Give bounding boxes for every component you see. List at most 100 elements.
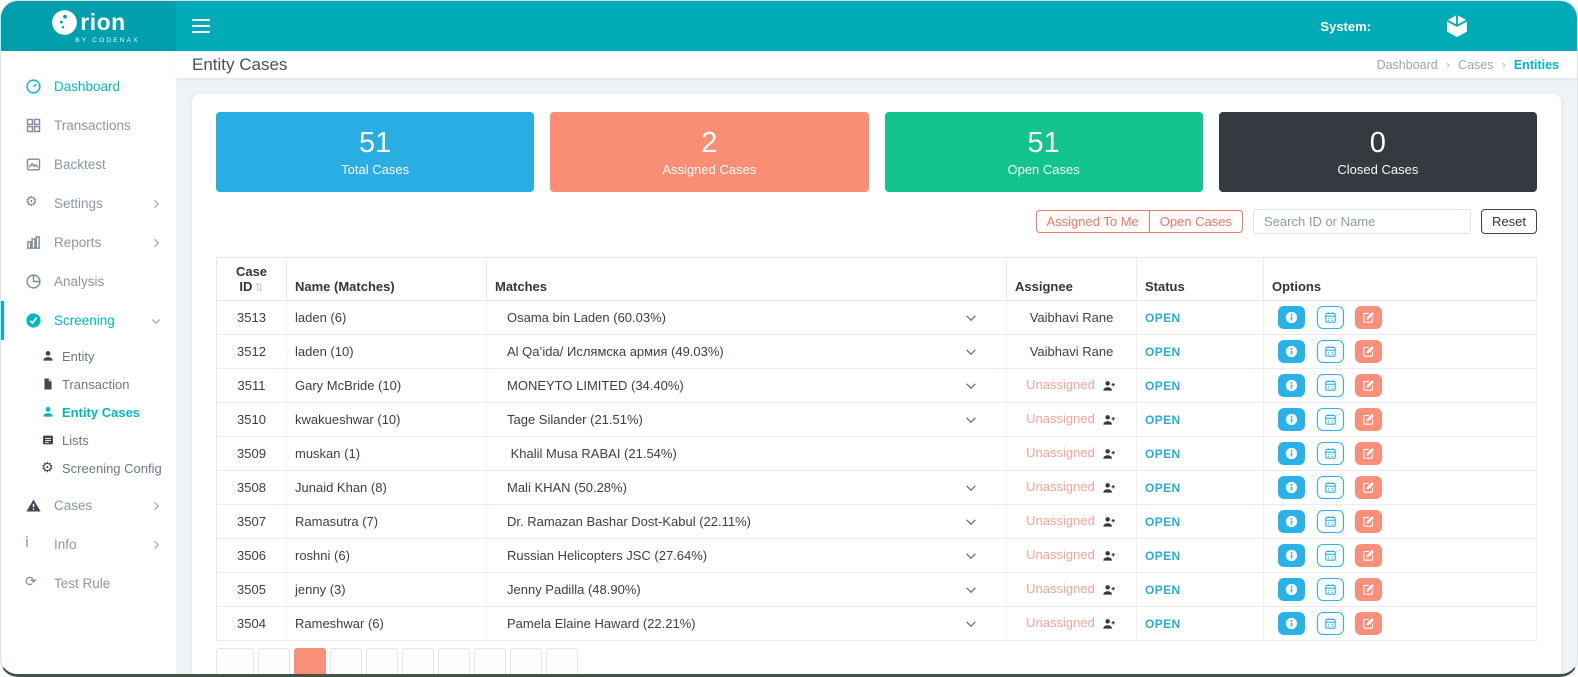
- status-badge: OPEN: [1145, 311, 1181, 325]
- expand-chevron-icon[interactable]: [962, 479, 980, 497]
- sidebar-item-transactions[interactable]: Transactions: [1, 106, 176, 145]
- expand-chevron-icon[interactable]: [962, 581, 980, 599]
- edit-button[interactable]: [1355, 306, 1382, 329]
- sidebar-item-analysis[interactable]: Analysis: [1, 262, 176, 301]
- status-badge: OPEN: [1145, 413, 1181, 427]
- page-button[interactable]: [294, 648, 326, 677]
- expand-chevron-icon[interactable]: [962, 547, 980, 565]
- info-button[interactable]: [1278, 612, 1305, 635]
- content-card: 51 Total Cases 2 Assigned Cases 51 Open …: [192, 94, 1561, 677]
- info-button[interactable]: [1278, 306, 1305, 329]
- assign-user-icon[interactable]: [1101, 412, 1117, 428]
- assign-user-icon[interactable]: [1101, 582, 1117, 598]
- edit-button[interactable]: [1355, 442, 1382, 465]
- search-input[interactable]: [1253, 209, 1471, 234]
- info-button[interactable]: [1278, 374, 1305, 397]
- page-button[interactable]: [258, 648, 290, 677]
- info-button[interactable]: [1278, 408, 1305, 431]
- edit-button[interactable]: [1355, 374, 1382, 397]
- expand-chevron-icon[interactable]: [962, 309, 980, 327]
- calendar-button[interactable]: [1317, 510, 1344, 533]
- sidebar-item-entity-cases[interactable]: Entity Cases: [1, 398, 176, 426]
- page-button[interactable]: [546, 648, 578, 677]
- assign-user-icon[interactable]: [1101, 378, 1117, 394]
- sidebar-item-reports[interactable]: Reports: [1, 223, 176, 262]
- edit-button[interactable]: [1355, 544, 1382, 567]
- sidebar-item-transaction[interactable]: Transaction: [1, 370, 176, 398]
- info-button[interactable]: [1278, 578, 1305, 601]
- assign-user-icon[interactable]: [1101, 514, 1117, 530]
- system-label: System:: [1320, 19, 1371, 34]
- system-cube-icon[interactable]: [1443, 12, 1471, 40]
- filter-button-group: Assigned To Me Open Cases: [1036, 210, 1244, 233]
- name-cell: laden (10): [287, 335, 487, 369]
- name-cell: jenny (3): [287, 573, 487, 607]
- orion-logo-icon: [51, 9, 78, 36]
- expand-chevron-icon[interactable]: [962, 343, 980, 361]
- info-button[interactable]: [1278, 510, 1305, 533]
- sidebar-item-screening[interactable]: Screening: [1, 301, 176, 340]
- edit-button[interactable]: [1355, 612, 1382, 635]
- breadcrumb-cases[interactable]: Cases: [1458, 58, 1493, 72]
- table-row: 3507 Ramasutra (7) Dr. Ramazan Bashar Do…: [217, 505, 1537, 539]
- sidebar-item-dashboard[interactable]: Dashboard: [1, 67, 176, 106]
- page-button[interactable]: [366, 648, 398, 677]
- menu-toggle-icon[interactable]: [192, 19, 210, 33]
- edit-button[interactable]: [1355, 476, 1382, 499]
- page-button[interactable]: [474, 648, 506, 677]
- info-button[interactable]: [1278, 340, 1305, 363]
- calendar-button[interactable]: [1317, 340, 1344, 363]
- page-button[interactable]: [510, 648, 542, 677]
- page-button[interactable]: [330, 648, 362, 677]
- calendar-button[interactable]: [1317, 612, 1344, 635]
- calendar-button[interactable]: [1317, 544, 1344, 567]
- sidebar-item-info[interactable]: i Info: [1, 525, 176, 564]
- reset-button[interactable]: Reset: [1481, 209, 1537, 234]
- brand-logo: rion by CODENAX: [1, 1, 176, 51]
- page-button[interactable]: [216, 648, 254, 677]
- edit-button[interactable]: [1355, 408, 1382, 431]
- sidebar-item-entity[interactable]: Entity: [1, 342, 176, 370]
- gear-icon: ⚙: [41, 461, 55, 475]
- edit-button[interactable]: [1355, 340, 1382, 363]
- assign-user-icon[interactable]: [1101, 480, 1117, 496]
- calendar-button[interactable]: [1317, 374, 1344, 397]
- calendar-button[interactable]: [1317, 408, 1344, 431]
- expand-chevron-icon[interactable]: [962, 615, 980, 633]
- calendar-button[interactable]: [1317, 476, 1344, 499]
- calendar-button[interactable]: [1317, 442, 1344, 465]
- calendar-button[interactable]: [1317, 306, 1344, 329]
- assign-user-icon[interactable]: [1101, 548, 1117, 564]
- sidebar-item-screening-config[interactable]: ⚙ Screening Config: [1, 454, 176, 482]
- open-cases-filter-button[interactable]: Open Cases: [1149, 210, 1243, 233]
- info-button[interactable]: [1278, 476, 1305, 499]
- expand-chevron-icon[interactable]: [962, 377, 980, 395]
- breadcrumb-dashboard[interactable]: Dashboard: [1377, 58, 1438, 72]
- assignee-cell: Unassigned: [1007, 437, 1137, 471]
- breadcrumb: Dashboard › Cases › Entities: [1377, 57, 1559, 72]
- table-row: 3513 laden (6) Osama bin Laden (60.03%) …: [217, 301, 1537, 335]
- assign-user-icon[interactable]: [1101, 616, 1117, 632]
- header-case-id[interactable]: Case ID⇅: [217, 258, 287, 301]
- assign-user-icon[interactable]: [1101, 446, 1117, 462]
- sort-icon[interactable]: ⇅: [254, 281, 263, 294]
- info-button[interactable]: [1278, 544, 1305, 567]
- assigned-to-me-filter-button[interactable]: Assigned To Me: [1036, 210, 1150, 233]
- sidebar-item-backtest[interactable]: Backtest: [1, 145, 176, 184]
- calendar-button[interactable]: [1317, 578, 1344, 601]
- edit-button[interactable]: [1355, 510, 1382, 533]
- sidebar-item-lists[interactable]: Lists: [1, 426, 176, 454]
- sidebar-item-test-rule[interactable]: ⟳ Test Rule: [1, 564, 176, 603]
- page-button[interactable]: [402, 648, 434, 677]
- edit-button[interactable]: [1355, 578, 1382, 601]
- expand-chevron-icon[interactable]: [962, 411, 980, 429]
- sidebar-item-cases[interactable]: Cases: [1, 486, 176, 525]
- options-cell: [1264, 539, 1537, 573]
- page-button[interactable]: [438, 648, 470, 677]
- options-cell: [1264, 335, 1537, 369]
- info-button[interactable]: [1278, 442, 1305, 465]
- expand-chevron-icon[interactable]: [962, 513, 980, 531]
- name-cell: laden (6): [287, 301, 487, 335]
- name-cell: Gary McBride (10): [287, 369, 487, 403]
- sidebar-item-settings[interactable]: ⚙ Settings: [1, 184, 176, 223]
